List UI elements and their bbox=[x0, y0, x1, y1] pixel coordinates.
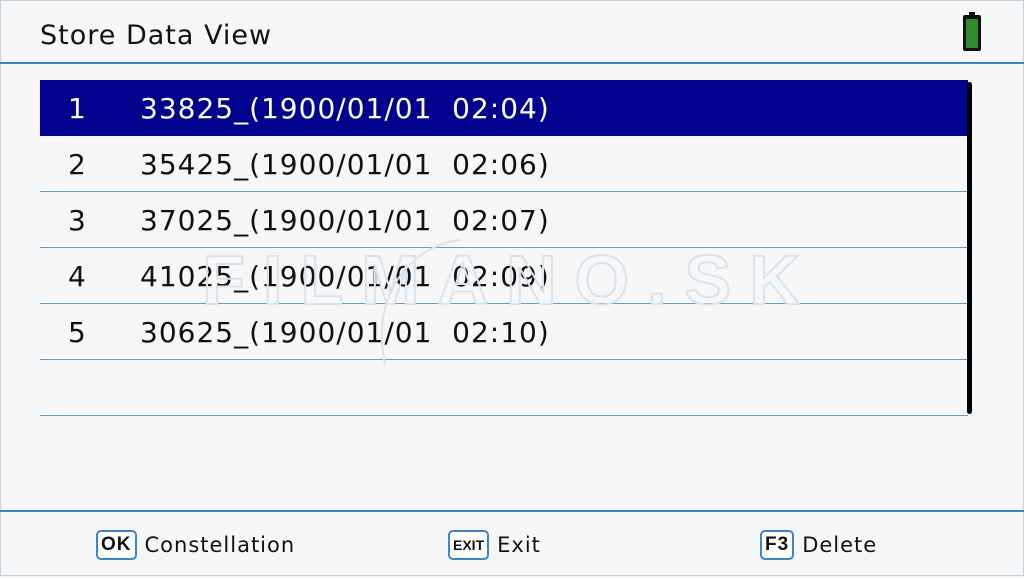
exit-button[interactable]: EXIT Exit bbox=[448, 530, 541, 560]
item-name: 35425_(1900/01/01 02:06) bbox=[140, 148, 550, 181]
constellation-label: Constellation bbox=[144, 533, 296, 557]
item-number: 3 bbox=[68, 204, 87, 237]
list-item-empty bbox=[40, 360, 968, 416]
page-title: Store Data View bbox=[40, 20, 273, 51]
header-bar: Store Data View bbox=[0, 0, 1024, 64]
footer-bar: OK Constellation EXIT Exit F3 Delete bbox=[0, 510, 1024, 578]
f3-key-icon: F3 bbox=[760, 530, 795, 560]
list-item[interactable]: 4 41025_(1900/01/01 02:09) bbox=[40, 248, 968, 304]
item-number: 1 bbox=[68, 92, 87, 125]
item-number: 4 bbox=[68, 260, 87, 293]
exit-key-icon: EXIT bbox=[448, 530, 490, 560]
item-name: 33825_(1900/01/01 02:04) bbox=[140, 92, 550, 125]
list-item[interactable]: 2 35425_(1900/01/01 02:06) bbox=[40, 136, 968, 192]
item-name: 37025_(1900/01/01 02:07) bbox=[140, 204, 550, 237]
list-item[interactable]: 5 30625_(1900/01/01 02:10) bbox=[40, 304, 968, 360]
item-name: 41025_(1900/01/01 02:09) bbox=[140, 260, 550, 293]
exit-label: Exit bbox=[497, 533, 541, 557]
delete-label: Delete bbox=[802, 533, 878, 557]
ok-key-icon: OK bbox=[96, 530, 137, 560]
list-item[interactable]: 3 37025_(1900/01/01 02:07) bbox=[40, 192, 968, 248]
delete-button[interactable]: F3 Delete bbox=[760, 530, 877, 560]
item-number: 2 bbox=[68, 148, 87, 181]
battery-icon bbox=[963, 12, 981, 51]
item-number: 5 bbox=[68, 316, 87, 349]
list-item[interactable]: 1 33825_(1900/01/01 02:04) bbox=[40, 80, 968, 136]
scrollbar[interactable] bbox=[967, 82, 972, 414]
stored-data-list: 1 33825_(1900/01/01 02:04) 2 35425_(1900… bbox=[40, 80, 968, 416]
item-name: 30625_(1900/01/01 02:10) bbox=[140, 316, 550, 349]
constellation-button[interactable]: OK Constellation bbox=[96, 530, 295, 560]
